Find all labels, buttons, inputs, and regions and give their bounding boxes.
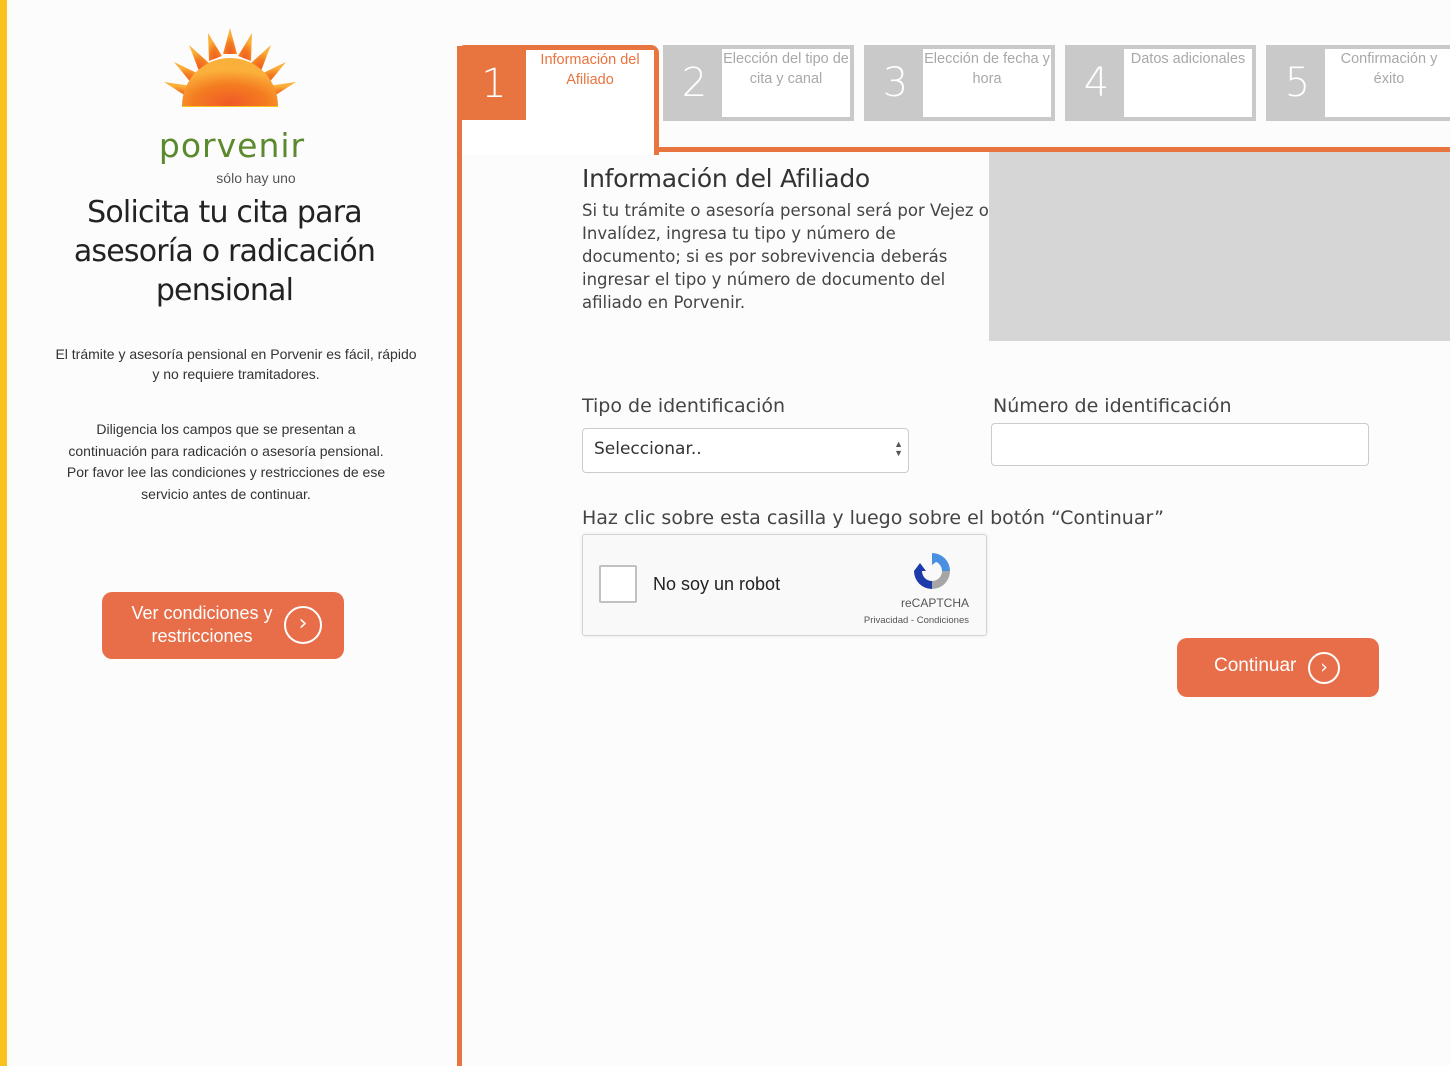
form-description: Si tu trámite o asesoría personal será p… <box>582 201 989 312</box>
id-number-label: Número de identificación <box>993 395 1232 417</box>
sun-logo-icon <box>164 28 296 107</box>
step-number: 4 <box>1083 60 1110 106</box>
step-5-confirmacion[interactable]: 5 Confirmación y éxito <box>1266 45 1450 121</box>
sidebar-title: Solicita tu cita para asesoría o radicac… <box>73 195 376 308</box>
recaptcha-widget: No soy un robot reCAPTCHA Privacidad - C… <box>582 534 987 636</box>
id-type-selected-value: Seleccionar.. <box>594 439 702 459</box>
brand-wordmark: porvenir <box>158 126 306 165</box>
content-frame-left-border <box>457 46 462 1066</box>
step-1-informacion-afiliado[interactable]: 1 Información del Afiliado <box>457 45 659 155</box>
page: porvenir sólo hay uno Solicita tu cita p… <box>0 0 1450 1066</box>
porvenir-logo: porvenir sólo hay uno <box>147 22 327 186</box>
continue-button-label: Continuar <box>1214 655 1297 676</box>
step-3-eleccion-fecha[interactable]: 3 Elección de fecha y hora <box>864 45 1055 121</box>
sidebar-instructions-text: Diligencia los campos que se presentan a… <box>66 421 386 502</box>
image-placeholder <box>989 152 1450 341</box>
id-number-input[interactable] <box>991 423 1369 466</box>
recaptcha-brand: reCAPTCHA <box>900 596 969 610</box>
step-label: Elección de fecha y hora <box>923 49 1051 117</box>
step-label: Información del Afiliado <box>526 50 654 118</box>
sidebar: porvenir sólo hay uno Solicita tu cita p… <box>7 0 447 1066</box>
form-title: Información del Afiliado <box>582 164 870 193</box>
id-type-select[interactable]: Seleccionar.. ▲ ▼ <box>582 428 909 473</box>
recaptcha-links[interactable]: Privacidad - Condiciones <box>838 615 969 626</box>
left-accent-bar <box>0 0 7 1066</box>
step-4-datos-adicionales[interactable]: 4 Datos adicionales <box>1065 45 1256 121</box>
step-number: 1 <box>462 50 526 120</box>
step-label: Confirmación y éxito <box>1325 49 1450 117</box>
id-type-label: Tipo de identificación <box>582 395 786 417</box>
recaptcha-logo-icon <box>914 553 950 589</box>
step-label: Datos adicionales <box>1124 49 1252 117</box>
conditions-button[interactable]: Ver condiciones y restricciones › <box>102 592 344 659</box>
chevron-right-circle-icon: › <box>284 606 322 644</box>
captcha-instruction: Haz clic sobre esta casilla y luego sobr… <box>582 507 1164 529</box>
brand-tagline: sólo hay uno <box>216 170 296 186</box>
step-label: Elección del tipo de cita y canal <box>722 49 850 117</box>
sidebar-intro-text: El trámite y asesoría pensional en Porve… <box>55 346 417 382</box>
step-number: 5 <box>1284 60 1311 106</box>
select-arrows-icon: ▲ ▼ <box>894 439 903 458</box>
recaptcha-label: No soy un robot <box>653 574 781 594</box>
chevron-right-circle-icon: › <box>1308 652 1340 684</box>
conditions-button-label: Ver condiciones y restricciones <box>131 603 273 646</box>
step-2-eleccion-tipo-cita[interactable]: 2 Elección del tipo de cita y canal <box>663 45 854 121</box>
continue-button[interactable]: Continuar › <box>1177 638 1379 697</box>
recaptcha-checkbox[interactable] <box>599 565 637 603</box>
step-number: 2 <box>681 60 708 106</box>
step-number: 3 <box>882 60 909 106</box>
